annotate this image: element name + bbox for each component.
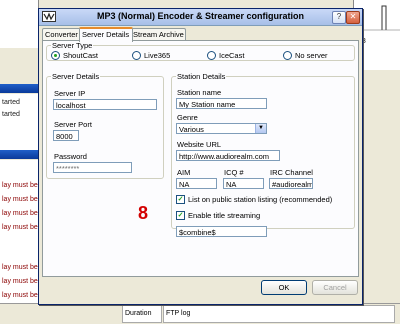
server-ip-input[interactable]: localhost [53, 99, 157, 110]
bg-log-panel: tarted tarted [0, 94, 39, 150]
radio-shoutcast-dot [51, 51, 60, 60]
title-format-input[interactable]: $combine$ [176, 226, 267, 237]
close-icon: ✕ [349, 12, 357, 21]
radio-live365[interactable]: Live365 [132, 51, 170, 60]
bg-log-line: tarted [2, 99, 20, 106]
aim-label: AIM [177, 168, 191, 177]
tab-stream-archive[interactable]: Stream Archive [130, 28, 186, 40]
aim-input[interactable]: NA [176, 178, 217, 189]
bg-warning-line: lay must be [2, 196, 38, 203]
bg-warning-line: lay must be [2, 292, 38, 299]
config-dialog: MP3 (Normal) Encoder & Streamer configur… [38, 8, 363, 305]
annotation-number: 8 [138, 203, 149, 223]
server-details-legend: Server Details [52, 72, 100, 81]
genre-label: Genre [177, 113, 198, 122]
password-input[interactable]: ******** [53, 162, 132, 173]
tab-converter[interactable]: Converter [42, 28, 82, 40]
radio-no-server-dot [283, 51, 292, 60]
icq-label: ICQ # [224, 168, 244, 177]
password-label: Password [54, 152, 87, 161]
bg-list-header [0, 84, 38, 93]
irc-channel-label: IRC Channel [270, 168, 313, 177]
server-type-group: Server Type ShoutCast Live365 IceCast No… [46, 41, 355, 61]
bg-log-line: tarted [2, 111, 20, 118]
radio-no-server[interactable]: No server [283, 51, 328, 60]
radio-icecast-dot [207, 51, 216, 60]
bg-warning-line: lay must be [2, 264, 38, 271]
bg-status-bar: Duration FTP log [0, 303, 400, 324]
bg-warning-line: lay must be [2, 224, 38, 231]
radio-live365-label: Live365 [144, 51, 171, 60]
station-details-legend: Station Details [177, 72, 226, 81]
bg-top-panel [0, 0, 39, 48]
bg-list-header-2 [0, 150, 38, 159]
list-public-label: List on public station listing (recommen… [188, 195, 333, 204]
bg-warning-line: lay must be [2, 278, 38, 285]
station-name-input[interactable]: My Station name [176, 98, 267, 109]
website-url-input[interactable]: http://www.audiorealm.com [176, 150, 280, 161]
genre-select[interactable]: Various ▼ [176, 123, 267, 134]
radio-icecast[interactable]: IceCast [207, 51, 244, 60]
bg-status-duration: Duration [122, 305, 162, 323]
radio-live365-dot [132, 51, 141, 60]
chevron-down-icon[interactable]: ▼ [255, 124, 266, 133]
list-public-checkbox[interactable]: ✓ List on public station listing (recomm… [176, 195, 332, 204]
bg-warning-line: lay must be [2, 210, 38, 217]
website-url-label: Website URL [177, 140, 222, 149]
station-name-label: Station name [177, 88, 222, 97]
dialog-title: MP3 (Normal) Encoder & Streamer configur… [96, 11, 305, 21]
bg-warning-panel: lay must be lay must be lay must be lay … [0, 160, 39, 303]
title-streaming-label: Enable title streaming [188, 211, 261, 220]
title-streaming-check-icon: ✓ [176, 211, 185, 220]
radio-icecast-label: IceCast [219, 51, 245, 60]
icq-input[interactable]: NA [223, 178, 264, 189]
tab-server-details[interactable]: Server Details [79, 27, 133, 42]
bg-warning-line: lay must be [2, 182, 38, 189]
radio-shoutcast[interactable]: ShoutCast [51, 51, 98, 60]
bg-status-ftp: FTP log [163, 305, 395, 323]
list-public-check-icon: ✓ [176, 195, 185, 204]
server-details-page: Server Type ShoutCast Live365 IceCast No… [42, 40, 359, 277]
help-icon: ? [336, 12, 342, 21]
genre-select-value: Various [179, 125, 204, 134]
radio-shoutcast-label: ShoutCast [63, 51, 99, 60]
ok-button[interactable]: OK [261, 280, 307, 295]
server-port-label: Server Port [54, 120, 92, 129]
irc-channel-input[interactable]: #audiorealm [269, 178, 313, 189]
cancel-button[interactable]: Cancel [312, 280, 358, 295]
server-port-input[interactable]: 8000 [53, 130, 79, 141]
title-streaming-checkbox[interactable]: ✓ Enable title streaming [176, 211, 260, 220]
radio-no-server-label: No server [295, 51, 328, 60]
server-ip-label: Server IP [54, 89, 86, 98]
help-button[interactable]: ? [332, 11, 346, 24]
close-button[interactable]: ✕ [346, 11, 360, 24]
dialog-titlebar[interactable]: MP3 (Normal) Encoder & Streamer configur… [39, 9, 362, 26]
server-type-legend: Server Type [52, 41, 93, 50]
